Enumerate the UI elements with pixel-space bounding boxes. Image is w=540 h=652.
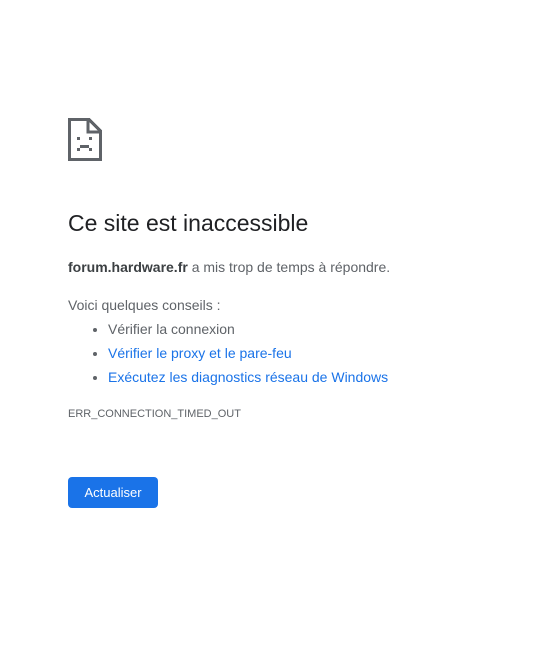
page-title: Ce site est inaccessible (68, 210, 309, 236)
error-summary: forum.hardware.fr a mis trop de temps à … (68, 257, 508, 277)
tip-item-check-connection: Vérifier la connexion (108, 317, 508, 341)
error-container: Ce site est inaccessible forum.hardware.… (68, 118, 508, 422)
tip-item-run-diagnostics: Exécutez les diagnostics réseau de Windo… (108, 365, 508, 389)
check-proxy-link[interactable]: Vérifier le proxy et le pare-feu (108, 345, 292, 361)
reload-button[interactable]: Actualiser (68, 477, 158, 508)
tips-intro: Voici quelques conseils : (68, 297, 221, 313)
host-name: forum.hardware.fr (68, 259, 188, 275)
error-code: ERR_CONNECTION_TIMED_OUT (68, 408, 241, 420)
tip-label: Vérifier la connexion (108, 321, 235, 337)
summary-message: a mis trop de temps à répondre. (187, 259, 391, 275)
tip-item-check-proxy: Vérifier le proxy et le pare-feu (108, 341, 508, 365)
tips-list: Vérifier la connexion Vérifier le proxy … (68, 317, 508, 389)
sad-page-icon (68, 118, 102, 161)
network-diagnostics-link[interactable]: Exécutez les diagnostics réseau de Windo… (108, 369, 388, 385)
